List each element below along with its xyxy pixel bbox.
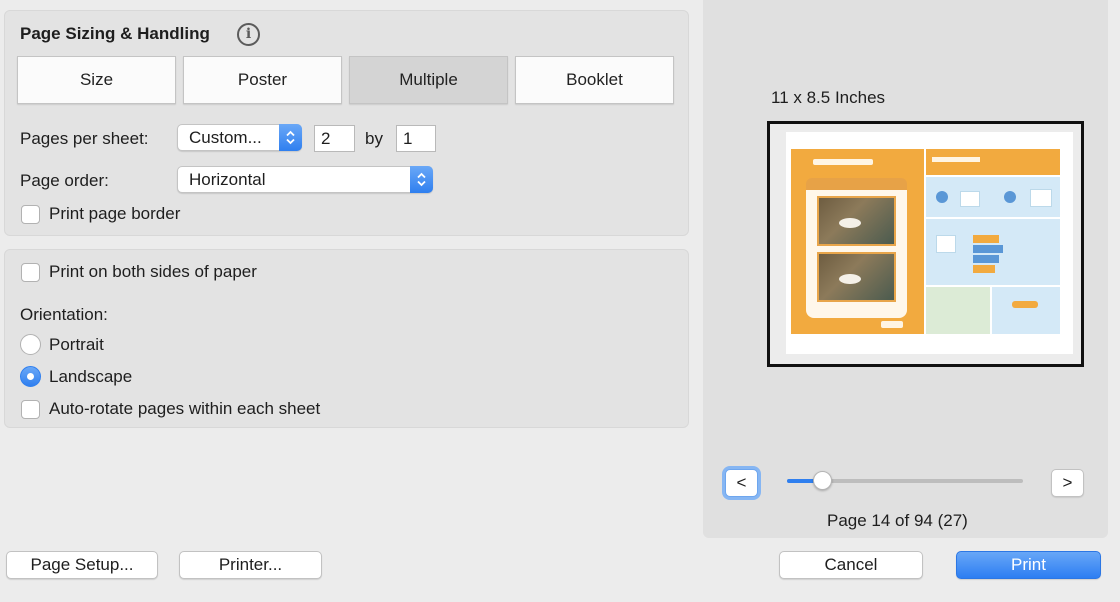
preview-page-left (791, 149, 924, 334)
previous-page-button[interactable]: < (725, 469, 758, 497)
info-icon[interactable]: i (237, 23, 260, 46)
pages-per-sheet-value: Custom... (189, 128, 262, 147)
paper-size-label: 11 x 8.5 Inches (771, 88, 886, 107)
poster-mode-button[interactable]: Poster (183, 56, 342, 104)
multiple-mode-button[interactable]: Multiple (349, 56, 508, 104)
by-label: by (365, 129, 383, 148)
popup-arrows-icon (410, 166, 433, 193)
print-button[interactable]: Print (956, 551, 1101, 579)
page-order-label: Page order: (20, 171, 109, 190)
orientation-label: Orientation: (20, 305, 108, 324)
booklet-mode-button[interactable]: Booklet (515, 56, 674, 104)
auto-rotate-checkbox[interactable] (21, 400, 40, 419)
unicorn-picture (817, 196, 896, 246)
rows-field[interactable]: 1 (396, 125, 436, 152)
page-order-popup[interactable]: Horizontal (177, 166, 433, 193)
section-title: Page Sizing & Handling (20, 24, 210, 43)
size-mode-button[interactable]: Size (17, 56, 176, 104)
landscape-radio[interactable] (20, 366, 41, 387)
columns-field[interactable]: 2 (314, 125, 355, 152)
cancel-button[interactable]: Cancel (779, 551, 923, 579)
page-slider-knob[interactable] (812, 471, 832, 490)
page-status: Page 14 of 94 (27) (827, 511, 968, 530)
page-setup-button[interactable]: Page Setup... (6, 551, 158, 579)
next-page-button[interactable]: > (1051, 469, 1084, 497)
page-order-value: Horizontal (189, 170, 266, 189)
unicorn-picture (817, 252, 896, 302)
sheet-preview (767, 121, 1084, 367)
duplex-checkbox[interactable] (21, 263, 40, 282)
print-page-border-checkbox[interactable] (21, 205, 40, 224)
popup-arrows-icon (279, 124, 302, 151)
preview-page-right (926, 149, 1060, 334)
paper-thumbnail (786, 132, 1073, 354)
pages-per-sheet-label: Pages per sheet: (20, 129, 149, 148)
printer-button[interactable]: Printer... (179, 551, 322, 579)
pages-per-sheet-popup[interactable]: Custom... (177, 124, 302, 151)
landscape-label: Landscape (49, 367, 133, 386)
duplex-label: Print on both sides of paper (49, 262, 257, 281)
portrait-label: Portrait (49, 335, 104, 354)
auto-rotate-label: Auto-rotate pages within each sheet (49, 399, 321, 418)
print-page-border-label: Print page border (49, 204, 181, 223)
portrait-radio[interactable] (20, 334, 41, 355)
